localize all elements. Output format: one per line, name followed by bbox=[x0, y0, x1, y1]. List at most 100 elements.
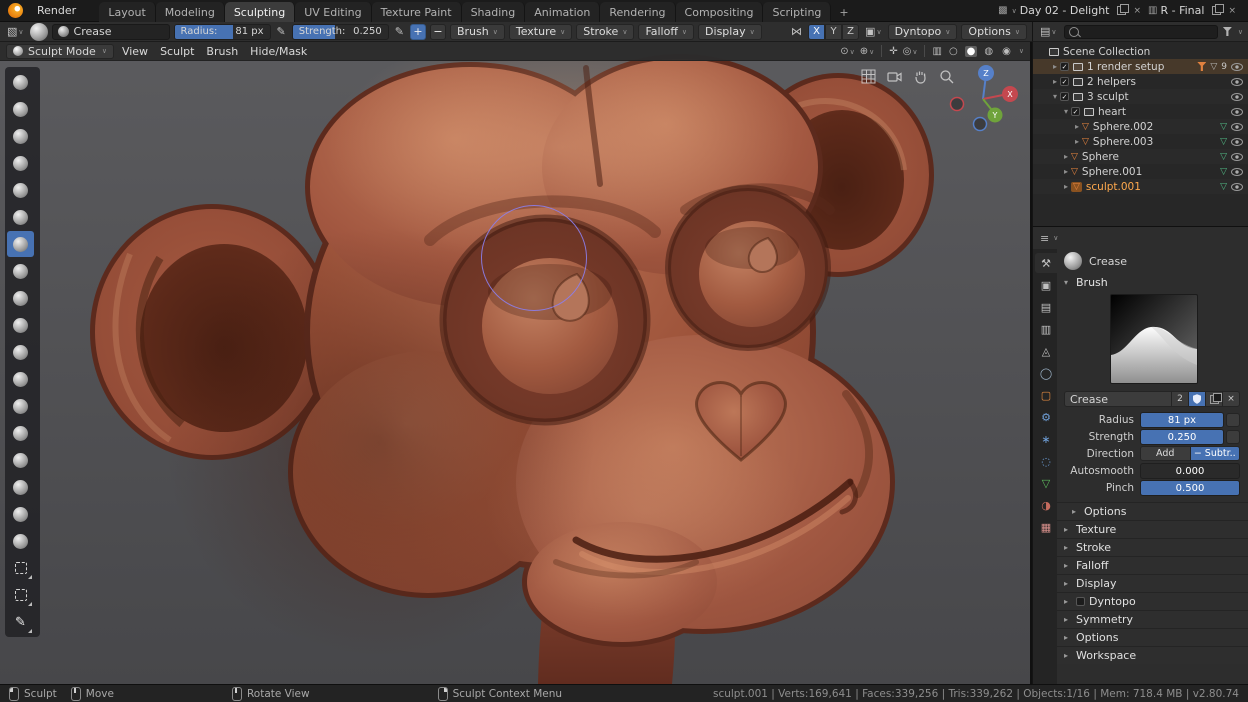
outliner-item-label[interactable]: 3 sculpt bbox=[1087, 91, 1129, 103]
expander-icon[interactable]: ▸ bbox=[1061, 152, 1071, 161]
unlink-brush-icon[interactable]: × bbox=[1223, 391, 1240, 407]
expander-icon[interactable]: ▾ bbox=[1061, 107, 1071, 116]
properties-tab-world[interactable]: ◯ bbox=[1035, 363, 1057, 383]
brush-tool-smooth[interactable] bbox=[7, 258, 34, 284]
viewport-menu-hide-mask[interactable]: Hide/Mask bbox=[244, 43, 313, 60]
panel-symmetry[interactable]: ▸ Symmetry bbox=[1057, 610, 1248, 628]
brush-tool-snake-hook[interactable] bbox=[7, 420, 34, 446]
outliner-search-input[interactable] bbox=[1063, 24, 1218, 39]
expander-icon[interactable]: ▸ bbox=[1061, 167, 1071, 176]
texture-dropdown[interactable]: Texture ∨ bbox=[508, 23, 573, 40]
panel-workspace[interactable]: ▸ Workspace bbox=[1057, 646, 1248, 664]
panel-expander-icon[interactable]: ▸ bbox=[1064, 651, 1072, 660]
radius-slider[interactable]: Radius: 81 px bbox=[173, 23, 271, 40]
brush-tool-clay[interactable] bbox=[7, 96, 34, 122]
panel-expander-icon[interactable]: ▸ bbox=[1072, 507, 1080, 516]
editor-type-icon[interactable]: ▧ ∨ bbox=[5, 24, 26, 40]
rendered-shading-icon[interactable]: ◉ bbox=[1000, 46, 1013, 57]
panel-expander-icon[interactable]: ▸ bbox=[1064, 543, 1072, 552]
dyntopo-dropdown[interactable]: Dyntopo ∨ bbox=[887, 23, 958, 40]
brush-tool-box-mask[interactable] bbox=[7, 555, 34, 581]
tool-name-field[interactable]: Crease bbox=[51, 23, 170, 40]
strength-prop-slider[interactable]: 0.250 bbox=[1140, 428, 1224, 445]
viewport-menu-sculpt[interactable]: Sculpt bbox=[154, 43, 200, 60]
new-scene-icon[interactable] bbox=[1117, 4, 1130, 15]
outliner-row-1-render-setup[interactable]: ▸ ✓ 1 render setup ▽ 9 bbox=[1033, 59, 1248, 74]
brush-tool-grab[interactable] bbox=[7, 393, 34, 419]
radius-prop-slider[interactable]: 81 px bbox=[1140, 411, 1224, 428]
collection-checkbox[interactable]: ✓ bbox=[1060, 92, 1069, 101]
workspace-tab-rendering[interactable]: Rendering bbox=[600, 1, 676, 22]
collection-checkbox[interactable]: ✓ bbox=[1071, 107, 1080, 116]
workspace-tab-shading[interactable]: Shading bbox=[461, 1, 526, 22]
visibility-eye-icon[interactable] bbox=[1231, 62, 1243, 71]
panel-falloff[interactable]: ▸ Falloff bbox=[1057, 556, 1248, 574]
solid-shading-icon[interactable]: ● bbox=[964, 45, 978, 57]
visibility-eye-icon[interactable] bbox=[1231, 77, 1243, 86]
delete-scene-icon[interactable]: × bbox=[1133, 6, 1141, 16]
panel-expander-icon[interactable]: ▸ bbox=[1064, 525, 1072, 534]
overlays-toggle-icon[interactable]: ◎∨ bbox=[903, 46, 918, 57]
user-count-button[interactable]: 2 bbox=[1172, 391, 1189, 407]
outliner-item-label[interactable]: 1 render setup bbox=[1087, 61, 1164, 73]
strength-slider[interactable]: Strength: 0.250 bbox=[291, 23, 389, 40]
symmetry-icon[interactable]: ⋈ bbox=[789, 24, 804, 40]
brush-tool-flatten[interactable] bbox=[7, 285, 34, 311]
scene-browse-chevron[interactable]: ∨ bbox=[1012, 7, 1017, 15]
brush-tool-draw[interactable] bbox=[7, 69, 34, 95]
outliner-item-label[interactable]: Sphere.001 bbox=[1082, 166, 1142, 178]
radius-pressure-icon[interactable]: ✎ bbox=[275, 24, 288, 40]
brush-tool-inflate[interactable] bbox=[7, 177, 34, 203]
properties-tab-view-layer[interactable]: ▥ bbox=[1035, 319, 1057, 339]
brush-tool-clay-strips[interactable] bbox=[7, 123, 34, 149]
brush-tool-rotate[interactable] bbox=[7, 501, 34, 527]
brush-tool-thumb[interactable] bbox=[7, 447, 34, 473]
properties-tab-scene[interactable]: ◬ bbox=[1035, 341, 1057, 361]
autosmooth-prop-slider[interactable]: 0.000 bbox=[1140, 462, 1240, 479]
wireframe-shading-icon[interactable]: ○ bbox=[947, 46, 960, 57]
brush-tool-blob[interactable] bbox=[7, 204, 34, 230]
workspace-tab-uv-editing[interactable]: UV Editing bbox=[295, 1, 372, 22]
options-dropdown[interactable]: Options ∨ bbox=[961, 23, 1027, 40]
outliner-row-scene-collection[interactable]: Scene Collection bbox=[1033, 44, 1248, 59]
view-layer-name[interactable]: R - Final bbox=[1160, 4, 1204, 17]
xray-toggle-icon[interactable]: ▥ bbox=[932, 46, 941, 57]
mode-dropdown[interactable]: Sculpt Mode ∨ bbox=[6, 43, 114, 59]
brush-tool-pinch[interactable] bbox=[7, 366, 34, 392]
visibility-eye-icon[interactable] bbox=[1231, 182, 1243, 191]
outliner-item-label[interactable]: Scene Collection bbox=[1063, 46, 1150, 58]
unified-radius-toggle[interactable] bbox=[1226, 412, 1240, 427]
outliner-filter-icon[interactable] bbox=[1222, 27, 1232, 36]
outliner-editor-type-icon[interactable]: ▤ ∨ bbox=[1038, 24, 1059, 40]
panel-stroke[interactable]: ▸ Stroke bbox=[1057, 538, 1248, 556]
direction-add-button[interactable]: + bbox=[409, 23, 426, 40]
brush-tool-nudge[interactable] bbox=[7, 474, 34, 500]
panel-expander-icon[interactable]: ▸ bbox=[1064, 615, 1072, 624]
properties-tab-material[interactable]: ◑ bbox=[1035, 495, 1057, 515]
expander-icon[interactable]: ▸ bbox=[1061, 182, 1071, 191]
blender-logo-icon[interactable] bbox=[8, 3, 23, 18]
pinch-prop-slider[interactable]: 0.500 bbox=[1140, 479, 1240, 496]
outliner-item-label[interactable]: 2 helpers bbox=[1087, 76, 1136, 88]
properties-tab-modifiers[interactable]: ⚙ bbox=[1035, 407, 1057, 427]
panel-options[interactable]: ▸ Options bbox=[1057, 502, 1248, 520]
viewport-menu-view[interactable]: View bbox=[116, 43, 154, 60]
brush-tool-mask[interactable] bbox=[7, 528, 34, 554]
viewport-menu-brush[interactable]: Brush bbox=[200, 43, 244, 60]
brush-tool-fill[interactable] bbox=[7, 312, 34, 338]
active-brush-icon[interactable] bbox=[29, 22, 48, 41]
brush-name-field[interactable]: Crease bbox=[1064, 391, 1172, 407]
workspace-tab-compositing[interactable]: Compositing bbox=[675, 1, 764, 22]
expander-icon[interactable]: ▾ bbox=[1050, 92, 1060, 101]
outliner-row-sphere-001[interactable]: ▸ ▽ Sphere.001 ▽ bbox=[1033, 164, 1248, 179]
properties-tab-object[interactable]: ▢ bbox=[1035, 385, 1057, 405]
outliner-item-label[interactable]: heart bbox=[1098, 106, 1126, 118]
visibility-eye-icon[interactable] bbox=[1231, 92, 1243, 101]
falloff-dropdown[interactable]: Falloff ∨ bbox=[638, 23, 695, 40]
outliner-item-label[interactable]: sculpt.001 bbox=[1086, 181, 1141, 193]
brush-texture-preview[interactable] bbox=[1110, 294, 1198, 384]
workspace-tab-texture-paint[interactable]: Texture Paint bbox=[371, 1, 462, 22]
add-workspace-button[interactable]: + bbox=[831, 2, 856, 22]
outliner-row-2-helpers[interactable]: ▸ ✓ 2 helpers bbox=[1033, 74, 1248, 89]
collection-checkbox[interactable]: ✓ bbox=[1060, 62, 1069, 71]
